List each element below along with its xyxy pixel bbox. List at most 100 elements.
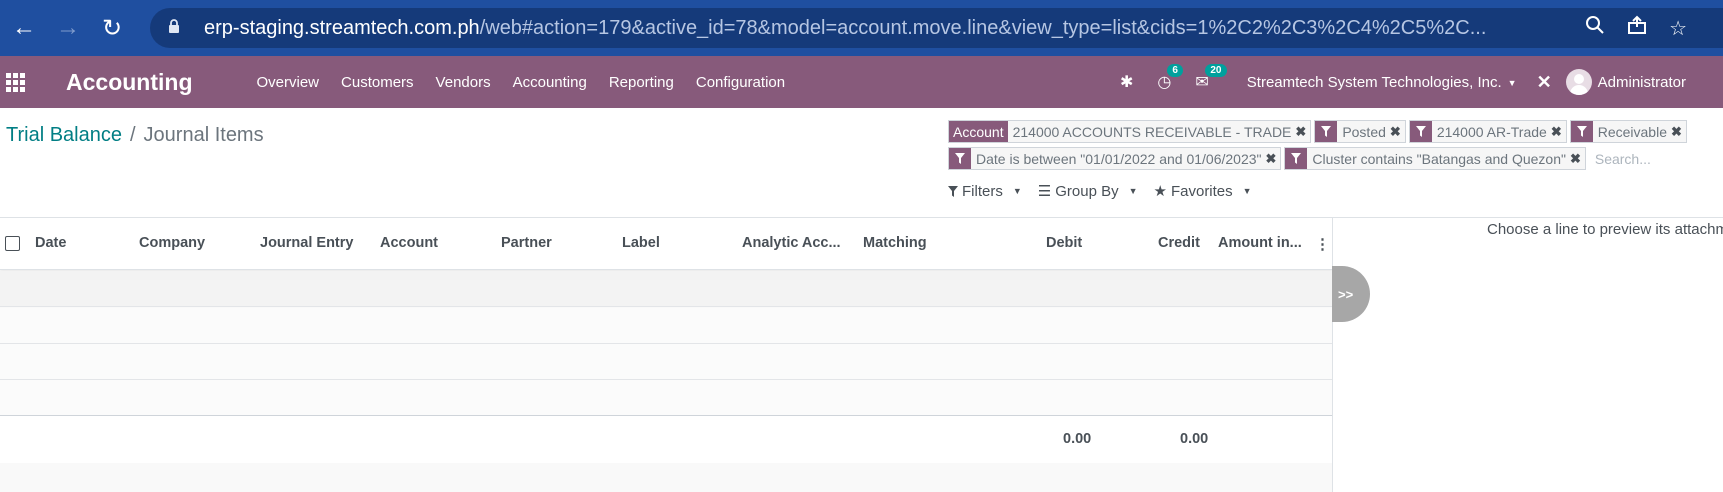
facet-cluster[interactable]: Cluster contains "Batangas and Quezon" ✖ (1284, 147, 1586, 170)
filter-icon (1285, 148, 1308, 169)
facet-remove-icon[interactable]: ✖ (1265, 148, 1281, 169)
user-name[interactable]: Administrator (1598, 74, 1686, 91)
facet-value: 214000 ACCOUNTS RECEIVABLE - TRADE (1007, 121, 1296, 142)
menu-configuration[interactable]: Configuration (696, 74, 785, 91)
facet-remove-icon[interactable]: ✖ (1389, 121, 1405, 142)
facet-value: Receivable (1592, 121, 1671, 142)
company-name: Streamtech System Technologies, Inc. (1246, 73, 1502, 91)
column-amount-currency[interactable]: Amount in... (1218, 235, 1302, 251)
facet-remove-icon[interactable]: ✖ (1295, 121, 1311, 142)
facet-remove-icon[interactable]: ✖ (1550, 121, 1566, 142)
back-icon[interactable]: ← (4, 8, 44, 48)
user-avatar[interactable] (1565, 69, 1592, 95)
forward-icon[interactable]: → (48, 8, 88, 48)
list-footer-totals: 0.00 0.00 (0, 415, 1333, 463)
column-analytic-account[interactable]: Analytic Acc... (742, 235, 841, 251)
share-icon[interactable] (1627, 15, 1647, 41)
select-all-checkbox[interactable] (5, 236, 20, 251)
column-label[interactable]: Label (622, 235, 660, 251)
reload-icon[interactable]: ↻ (92, 8, 132, 48)
facet-value: Date is between "01/01/2022 and 01/06/20… (971, 148, 1266, 169)
address-bar-actions: ☆ (1569, 8, 1723, 48)
column-company[interactable]: Company (139, 235, 205, 251)
facet-label: Account (949, 121, 1008, 142)
total-debit: 0.00 (1063, 431, 1092, 447)
debug-bug-icon[interactable]: ✱ (1120, 72, 1133, 92)
apps-menu-icon[interactable] (4, 72, 40, 92)
attachment-preview-pane: Choose a line to preview its attachments… (1332, 218, 1723, 492)
url-path: /web#action=179&active_id=78&model=accou… (479, 16, 1487, 39)
menu-reporting[interactable]: Reporting (609, 74, 674, 91)
facet-value: 214000 AR-Trade (1431, 121, 1551, 142)
facet-remove-icon[interactable]: ✖ (1670, 121, 1686, 142)
total-credit: 0.00 (1180, 431, 1209, 447)
systray: ✱ ◷ 6 ✉ 20 Streamtech System Technologies,… (1120, 56, 1686, 108)
table-row (0, 344, 1333, 380)
lock-icon (168, 18, 186, 38)
filters-dropdown[interactable]: Filters ▼ (948, 182, 1022, 200)
activity-count-badge: 6 (1167, 64, 1183, 77)
filter-icon (1570, 121, 1593, 142)
column-journal-entry[interactable]: Journal Entry (260, 235, 353, 251)
filter-icon (1409, 121, 1432, 142)
filter-icon (1315, 121, 1338, 142)
facet-date-range[interactable]: Date is between "01/01/2022 and 01/06/20… (948, 147, 1282, 170)
favorites-dropdown[interactable]: ★ Favorites ▼ (1153, 182, 1252, 201)
filter-icon (949, 148, 971, 169)
favorites-label: Favorites (1170, 182, 1233, 200)
control-panel: Trial Balance / Journal Items Account 2140… (0, 108, 1723, 218)
activity-clock-icon[interactable]: ◷ 6 (1157, 64, 1183, 92)
filter-icon (948, 185, 958, 197)
star-icon: ★ (1153, 183, 1167, 200)
caret-down-icon: ▼ (1242, 186, 1252, 196)
column-matching[interactable]: Matching (863, 235, 927, 251)
facet-value: Posted (1337, 121, 1390, 142)
caret-down-icon: ▼ (1507, 77, 1517, 88)
facet-receivable[interactable]: Receivable ✖ (1569, 120, 1687, 143)
caret-down-icon: ▼ (1012, 186, 1022, 196)
menu-vendors[interactable]: Vendors (436, 74, 491, 91)
odoo-navbar: Accounting Overview Customers Vendors Ac… (0, 56, 1723, 108)
messages-count-badge: 20 (1205, 64, 1227, 77)
breadcrumb: Trial Balance / Journal Items (6, 124, 264, 147)
menu-accounting[interactable]: Accounting (513, 74, 587, 91)
column-account[interactable]: Account (380, 235, 438, 251)
search-view: Account 214000 ACCOUNTS RECEIVABLE - TRA… (948, 120, 1723, 174)
company-switcher[interactable]: Streamtech System Technologies, Inc. ▼ (1247, 74, 1517, 91)
menu-overview[interactable]: Overview (257, 74, 320, 91)
column-partner[interactable]: Partner (501, 235, 552, 251)
messages-icon[interactable]: ✉ 20 (1195, 64, 1227, 92)
search-options: Filters ▼ ☰ Group By ▼ ★ Favorites ▼ (948, 182, 1252, 200)
column-date[interactable]: Date (35, 235, 66, 251)
facet-account[interactable]: Account 214000 ACCOUNTS RECEIVABLE - TRA… (948, 120, 1312, 143)
list-header: Date Company Journal Entry Account Partn… (0, 218, 1333, 270)
column-credit[interactable]: Credit (1158, 235, 1200, 251)
bookmark-star-icon[interactable]: ☆ (1669, 16, 1687, 41)
facet-posted[interactable]: Posted ✖ (1314, 120, 1406, 143)
groupby-label: Group By (1055, 182, 1119, 200)
column-options-icon[interactable]: ⋮ (1315, 235, 1330, 253)
address-bar[interactable]: erp-staging.streamtech.com.ph/web#action… (150, 8, 1710, 48)
search-input[interactable]: Search... (1589, 147, 1651, 170)
app-name[interactable]: Accounting (66, 69, 193, 96)
table-row (0, 308, 1333, 344)
list-view: Date Company Journal Entry Account Partn… (0, 218, 1333, 492)
close-icon[interactable]: ✕ (1537, 72, 1552, 93)
facet-remove-icon[interactable]: ✖ (1569, 148, 1585, 169)
facet-ar-trade[interactable]: 214000 AR-Trade ✖ (1408, 120, 1567, 143)
breadcrumb-current: Journal Items (143, 124, 264, 146)
breadcrumb-separator: / (129, 124, 136, 146)
groupby-dropdown[interactable]: ☰ Group By ▼ (1037, 182, 1138, 201)
filters-label: Filters (962, 182, 1003, 200)
attachment-preview-hint: Choose a line to preview its attachments… (1487, 221, 1723, 238)
table-row (0, 271, 1333, 307)
table-row (0, 380, 1333, 416)
zoom-icon[interactable] (1585, 15, 1605, 41)
menu-customers[interactable]: Customers (341, 74, 414, 91)
column-debit[interactable]: Debit (1046, 235, 1082, 251)
url-host: erp-staging.streamtech.com.ph (204, 16, 480, 39)
breadcrumb-trial-balance[interactable]: Trial Balance (6, 124, 122, 146)
bars-icon: ☰ (1037, 183, 1052, 200)
browser-toolbar: ← → ↻ erp-staging.streamtech.com.ph/web#… (0, 0, 1723, 56)
caret-down-icon: ▼ (1128, 186, 1138, 196)
